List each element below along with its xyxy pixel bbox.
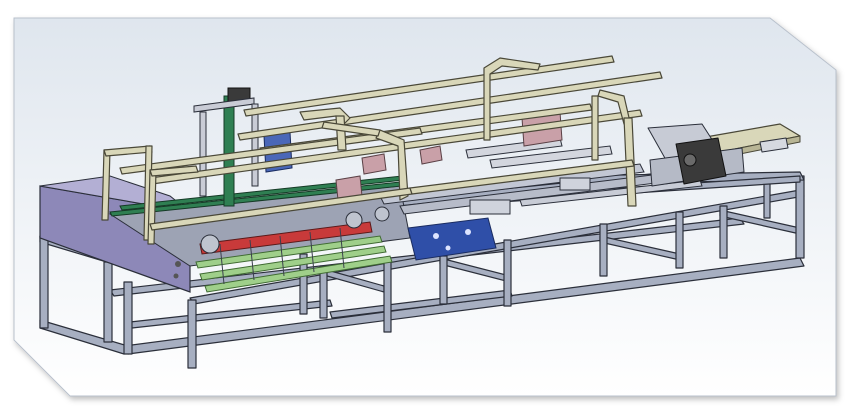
gear	[345, 211, 363, 229]
gear	[374, 206, 390, 222]
gear	[200, 234, 220, 254]
gear-motor	[675, 137, 727, 185]
panel-bolt	[173, 273, 179, 279]
panel-bolt	[175, 261, 181, 267]
machine-render	[13, 17, 837, 397]
cad-figure	[0, 0, 856, 418]
